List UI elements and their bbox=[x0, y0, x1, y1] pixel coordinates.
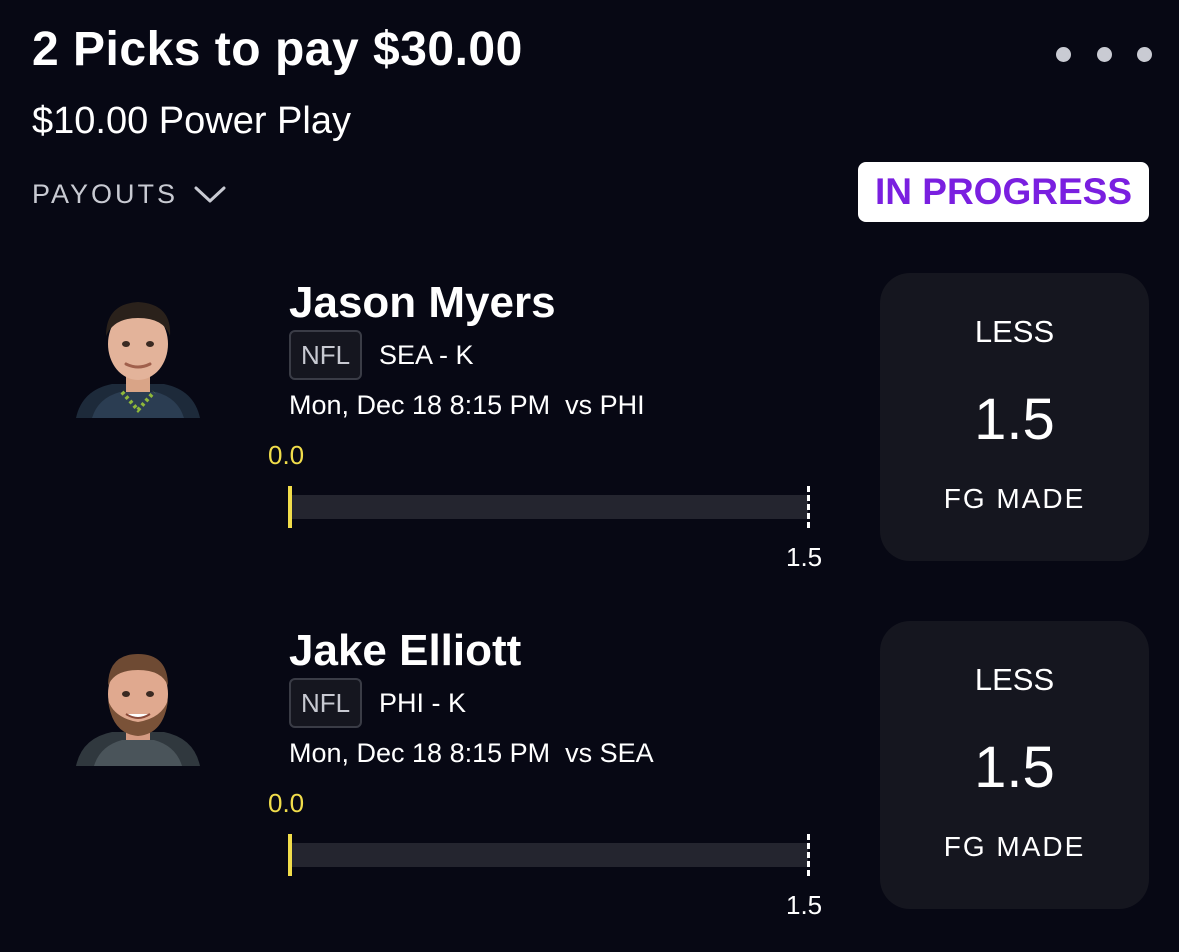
line-value: 1.5 bbox=[974, 735, 1055, 800]
payouts-label: PAYOUTS bbox=[32, 178, 179, 209]
more-horizontal-icon bbox=[1137, 46, 1152, 62]
page-title: 2 Picks to pay $30.00 bbox=[32, 23, 523, 76]
status-badge: IN PROGRESS bbox=[858, 162, 1149, 222]
player-avatar bbox=[72, 642, 204, 766]
projection-card[interactable]: LESS 1.5 FG MADE bbox=[880, 621, 1149, 909]
game-info: Mon, Dec 18 8:15 PM vs PHI bbox=[289, 390, 645, 420]
league-badge: NFL bbox=[289, 678, 362, 728]
chevron-down-icon bbox=[194, 186, 226, 203]
current-stat-value: 0.0 bbox=[268, 440, 305, 470]
progress-marker bbox=[288, 486, 292, 528]
progress-bar bbox=[290, 843, 808, 867]
player-avatar bbox=[72, 294, 204, 418]
payouts-toggle[interactable]: PAYOUTS bbox=[32, 174, 228, 214]
progress-marker bbox=[288, 834, 292, 876]
target-line bbox=[807, 486, 810, 528]
pick-card: Jason Myers NFL SEA - K Mon, Dec 18 8:15… bbox=[0, 272, 1179, 572]
more-horizontal-icon bbox=[1056, 46, 1071, 62]
more-horizontal-icon bbox=[1096, 46, 1112, 62]
pick-direction: LESS bbox=[974, 314, 1055, 349]
projection-card[interactable]: LESS 1.5 FG MADE bbox=[880, 273, 1149, 561]
pick-card: Jake Elliott NFL PHI - K Mon, Dec 18 8:1… bbox=[0, 620, 1179, 920]
player-name: Jason Myers bbox=[289, 278, 556, 327]
stat-type: FG MADE bbox=[943, 831, 1086, 862]
team-position: SEA - K bbox=[379, 340, 474, 370]
team-position: PHI - K bbox=[379, 688, 467, 718]
entry-subtitle: $10.00 Power Play bbox=[32, 100, 351, 142]
target-stat-value: 1.5 bbox=[786, 890, 823, 920]
league-badge: NFL bbox=[289, 330, 362, 380]
pick-direction: LESS bbox=[974, 662, 1055, 697]
line-value: 1.5 bbox=[974, 387, 1055, 452]
progress-bar bbox=[290, 495, 808, 519]
target-line bbox=[807, 834, 810, 876]
game-info: Mon, Dec 18 8:15 PM vs SEA bbox=[289, 738, 654, 768]
current-stat-value: 0.0 bbox=[268, 788, 305, 818]
player-name: Jake Elliott bbox=[289, 626, 522, 675]
target-stat-value: 1.5 bbox=[786, 542, 823, 572]
more-options-button[interactable] bbox=[1056, 40, 1152, 68]
stat-type: FG MADE bbox=[943, 483, 1086, 514]
